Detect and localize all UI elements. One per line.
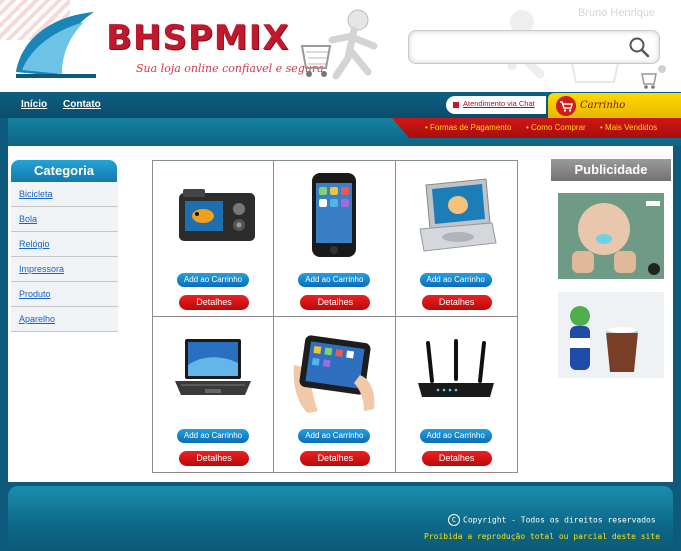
add-to-cart-button[interactable]: Add ao Carrinho [419, 273, 492, 287]
advertising-title: Publicidade [551, 159, 671, 181]
details-button[interactable]: Detalhes [421, 295, 492, 310]
search-icon[interactable] [628, 36, 650, 58]
category-title: Categoria [11, 160, 117, 182]
category-list: Bicicleta Bola Relógio Impressora Produt… [11, 182, 118, 332]
details-button[interactable]: Detalhes [300, 295, 371, 310]
nav-contato-link[interactable]: Contato [63, 99, 101, 110]
product-card: Add ao Carrinho Detalhes [274, 161, 396, 317]
add-to-cart-button[interactable]: Add ao Carrinho [298, 273, 371, 287]
user-name: Bruno Henrique [578, 7, 656, 19]
details-button[interactable]: Detalhes [179, 450, 249, 466]
category-item-bola[interactable]: Bola [11, 207, 118, 232]
search-input[interactable] [419, 38, 623, 56]
product-card: Add ao Carrinho Detalhes [274, 316, 396, 472]
subnav-formas-link[interactable]: • Formas de Pagamento [425, 123, 511, 132]
nav-inicio-link[interactable]: Início [21, 99, 47, 110]
portable-dvd-icon[interactable] [410, 169, 502, 261]
search-box [408, 30, 660, 64]
logo-icon[interactable] [12, 8, 98, 80]
cart-button[interactable]: Carrinho [548, 93, 681, 119]
copyright-text: C Copyright - Todos os direitos reservado… [448, 514, 656, 526]
soda-ad-image[interactable] [558, 292, 664, 378]
category-item-bicicleta[interactable]: Bicicleta [11, 182, 118, 207]
reproduction-notice: Proibida a reprodução total ou parcial d… [424, 532, 661, 541]
details-button[interactable]: Detalhes [421, 450, 492, 466]
category-item-relogio[interactable]: Relógio [11, 232, 118, 257]
add-to-cart-button[interactable]: Add ao Carrinho [177, 273, 249, 287]
subnav-como-link[interactable]: • Como Comprar [526, 123, 586, 132]
chat-support-label[interactable]: Atendimento via Chat [463, 99, 535, 108]
subnav-formas-label: Formas de Pagamento [430, 123, 512, 132]
product-card: Add ao Carrinho Detalhes [396, 317, 517, 473]
laptop-icon[interactable] [167, 325, 259, 417]
copyright-label: Copyright - Todos os direitos reservados [463, 515, 656, 525]
add-to-cart-button[interactable]: Add ao Carrinho [419, 428, 492, 443]
subnav-vendidos-link[interactable]: • Mais Vendidos [600, 123, 657, 132]
details-button[interactable]: Detalhes [179, 295, 249, 310]
tablet-icon[interactable] [288, 325, 380, 417]
subnav-como-label: Como Comprar [531, 123, 586, 132]
shopping-cart-figure-icon [300, 9, 378, 80]
chat-bullet-icon [453, 102, 459, 108]
add-to-cart-button[interactable]: Add ao Carrinho [177, 428, 249, 443]
baby-ad-image[interactable] [558, 193, 664, 279]
add-to-cart-button[interactable]: Add ao Carrinho [298, 428, 371, 443]
brand-logo-text[interactable]: BHSPMIX [106, 18, 289, 58]
subnav-vendidos-label: Mais Vendidos [605, 123, 658, 132]
router-icon[interactable] [410, 325, 502, 417]
cart-label: Carrinho [580, 100, 626, 111]
category-item-impressora[interactable]: Impressora [11, 257, 118, 282]
chat-support-link[interactable]: Atendimento via Chat [446, 96, 546, 114]
copyright-icon: C [448, 514, 460, 526]
header: BHSPMIX Sua loja online confiavel e segu… [0, 0, 681, 92]
product-card: Add ao Carrinho Detalhes [153, 316, 275, 472]
details-button[interactable]: Detalhes [300, 450, 371, 466]
cart-icon [556, 96, 576, 116]
product-grid: Add ao Carrinho Detalhes Add ao Carrinho… [152, 160, 518, 473]
smartphone-icon[interactable] [288, 169, 380, 261]
product-card: Add ao Carrinho Detalhes [153, 161, 275, 317]
category-item-aparelho[interactable]: Aparelho [11, 307, 118, 332]
small-cart-figure-icon [641, 65, 666, 89]
category-item-produto[interactable]: Produto [11, 282, 118, 307]
product-card: Add ao Carrinho Detalhes [395, 161, 517, 317]
digital-camera-icon[interactable] [167, 169, 259, 261]
